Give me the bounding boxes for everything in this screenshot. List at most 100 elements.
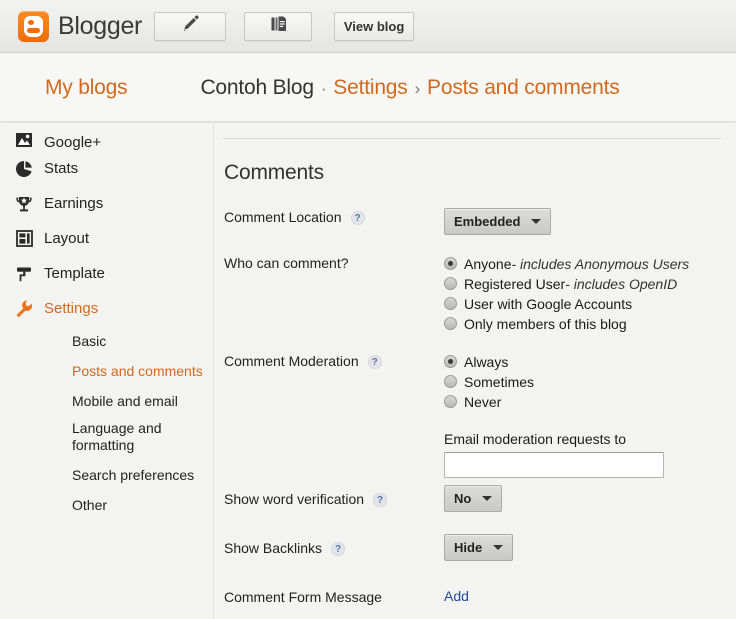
comment-form-message-field: Add <box>444 588 724 606</box>
radio-label: Sometimes <box>464 373 535 390</box>
radio-anyone[interactable]: Anyone - includes Anonymous Users <box>444 254 724 273</box>
radio-icon <box>444 297 457 310</box>
radio-note: - includes Anonymous Users <box>511 255 690 272</box>
sidebar-item-stats[interactable]: Stats <box>0 151 213 186</box>
sidebar-item-settings[interactable]: Settings <box>0 291 213 326</box>
radio-icon <box>444 257 457 270</box>
email-moderation-group: Email moderation requests to <box>444 431 724 478</box>
document-list-icon <box>269 14 288 38</box>
radio-label: User with Google Accounts <box>464 295 633 312</box>
breadcrumb-blog-name: Contoh Blog <box>200 75 314 99</box>
new-post-button[interactable] <box>154 11 227 41</box>
comment-location-dropdown[interactable]: Embedded <box>444 208 552 235</box>
radio-icon <box>444 375 457 388</box>
breadcrumb-separator-dot: · <box>320 78 327 98</box>
who-can-comment-options: Anyone - includes Anonymous Users Regist… <box>444 254 724 334</box>
row-word-verification: Show word verification ? No <box>224 485 724 512</box>
radio-icon <box>444 317 457 330</box>
word-verification-dropdown[interactable]: No <box>444 485 503 512</box>
radio-google-accounts[interactable]: User with Google Accounts <box>444 294 724 313</box>
word-verification-label-wrap: Show word verification ? <box>224 490 444 512</box>
paint-roller-icon <box>13 263 35 285</box>
radio-icon <box>444 395 457 408</box>
row-comment-location: Comment Location ? Embedded <box>224 208 724 235</box>
comment-location-field: Embedded <box>444 208 724 235</box>
help-icon[interactable]: ? <box>350 211 365 225</box>
word-verification-label: Show word verification <box>224 491 365 507</box>
sidebar-item-earnings[interactable]: Earnings <box>0 186 213 221</box>
comment-moderation-label-wrap: Comment Moderation ? <box>224 352 444 478</box>
comment-moderation-options: Always Sometimes Never Email moderation … <box>444 352 724 478</box>
who-can-comment-label-wrap: Who can comment? <box>224 254 444 334</box>
who-can-comment-label: Who can comment? <box>224 255 349 271</box>
google-plus-icon <box>13 129 35 151</box>
row-who-can-comment: Who can comment? Anyone - includes Anony… <box>224 254 724 334</box>
brand[interactable]: Blogger <box>18 10 143 42</box>
breadcrumb-settings-link[interactable]: Settings <box>333 76 407 100</box>
help-icon[interactable]: ? <box>367 355 382 369</box>
breadcrumb-separator-chevron: › <box>414 78 421 98</box>
sidebar-item-label: Google+ <box>44 134 102 151</box>
post-list-button[interactable] <box>244 11 313 41</box>
email-moderation-input[interactable] <box>444 452 664 478</box>
backlinks-label: Show Backlinks <box>224 540 323 556</box>
trophy-icon <box>13 193 35 215</box>
sidebar-subitem-search-preferences[interactable]: Search preferences <box>0 460 213 490</box>
view-blog-button[interactable]: View blog <box>334 11 415 41</box>
pencil-icon <box>181 14 200 38</box>
sidebar-nav: Google+ Stats Earnings Layout Template S… <box>0 123 214 619</box>
chevron-down-icon <box>482 496 493 501</box>
radio-blog-members[interactable]: Only members of this blog <box>444 314 724 333</box>
sidebar-subitem-language-and-formatting[interactable]: Language and formatting <box>0 416 213 460</box>
help-icon[interactable]: ? <box>373 493 388 507</box>
radio-sometimes[interactable]: Sometimes <box>444 372 724 391</box>
breadcrumb-current-page[interactable]: Posts and comments <box>427 76 620 100</box>
word-verification-value: No <box>454 491 472 506</box>
row-comment-form-message: Comment Form Message Add <box>224 588 724 606</box>
sidebar-subitem-other[interactable]: Other <box>0 490 213 520</box>
sidebar-item-label: Layout <box>44 230 90 247</box>
settings-content: Comments Comment Location ? Embedded Who… <box>215 123 736 619</box>
sidebar-subitem-basic[interactable]: Basic <box>0 326 213 356</box>
content-divider <box>223 138 721 139</box>
breadcrumb: Contoh Blog · Settings › Posts and comme… <box>200 76 619 100</box>
layout-grid-icon <box>13 228 35 250</box>
sidebar-subitem-posts-and-comments[interactable]: Posts and comments <box>0 356 213 386</box>
radio-label: Only members of this blog <box>464 315 627 332</box>
breadcrumb-bar: My blogs Contoh Blog · Settings › Posts … <box>0 54 736 122</box>
sidebar-subitem-mobile-and-email[interactable]: Mobile and email <box>0 386 213 416</box>
comment-location-label-wrap: Comment Location ? <box>224 208 444 235</box>
radio-never[interactable]: Never <box>444 392 724 411</box>
wrench-icon <box>13 298 35 320</box>
chevron-down-icon <box>493 545 504 550</box>
word-verification-field: No <box>444 485 724 512</box>
backlinks-label-wrap: Show Backlinks ? <box>224 539 444 561</box>
comment-location-value: Embedded <box>454 214 521 229</box>
blogger-logo-icon <box>18 10 49 42</box>
brand-name: Blogger <box>58 11 143 40</box>
backlinks-field: Hide <box>444 534 724 561</box>
radio-icon <box>444 277 457 290</box>
row-backlinks: Show Backlinks ? Hide <box>224 534 724 561</box>
sidebar-item-google-plus[interactable]: Google+ <box>0 123 213 151</box>
page-title: Comments <box>224 161 324 184</box>
radio-icon <box>444 355 457 368</box>
sidebar-item-label: Settings <box>44 300 99 317</box>
blogger-settings-page: Blogger View blog My blogs Contoh Blog ·… <box>0 0 736 619</box>
sidebar-item-template[interactable]: Template <box>0 256 213 291</box>
radio-label: Always <box>464 353 509 370</box>
top-toolbar: Blogger View blog <box>0 0 736 53</box>
add-comment-form-message-link[interactable]: Add <box>444 588 469 604</box>
sidebar-item-layout[interactable]: Layout <box>0 221 213 256</box>
sidebar-item-label: Stats <box>44 160 79 177</box>
backlinks-value: Hide <box>454 540 483 555</box>
radio-registered-user[interactable]: Registered User - includes OpenID <box>444 274 724 293</box>
help-icon[interactable]: ? <box>331 542 346 556</box>
comment-location-label: Comment Location <box>224 209 342 225</box>
radio-always[interactable]: Always <box>444 352 724 371</box>
row-comment-moderation: Comment Moderation ? Always Sometimes Ne… <box>224 352 724 478</box>
backlinks-dropdown[interactable]: Hide <box>444 534 514 561</box>
radio-label: Never <box>464 393 502 410</box>
chevron-down-icon <box>531 219 542 224</box>
my-blogs-link[interactable]: My blogs <box>45 76 128 100</box>
